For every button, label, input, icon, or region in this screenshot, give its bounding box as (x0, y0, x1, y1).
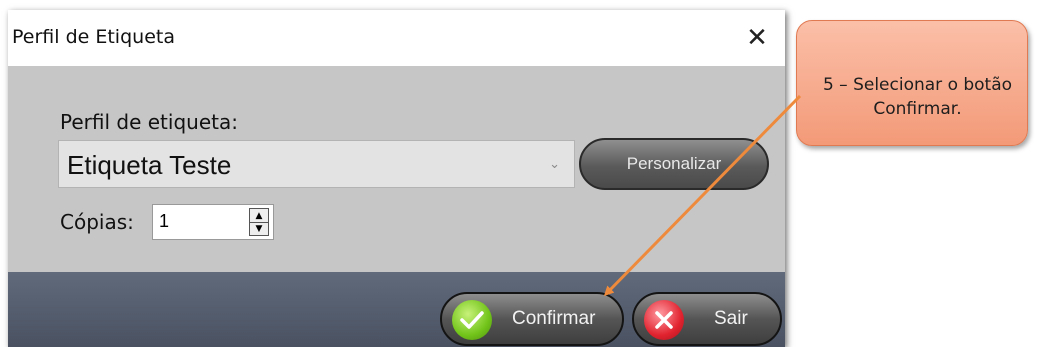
copies-input[interactable]: 1 (159, 211, 169, 232)
copies-stepper[interactable]: 1 ▲ ▼ (152, 204, 274, 240)
profile-label: Perfil de etiqueta: (60, 110, 238, 134)
confirm-label: Confirmar (512, 308, 596, 329)
chevron-down-icon[interactable]: ⌄ (549, 157, 560, 172)
exit-button[interactable]: Sair (632, 292, 782, 346)
copies-label: Cópias: (60, 210, 134, 234)
personalize-button[interactable]: Personalizar (579, 138, 769, 190)
profile-selected-value: Etiqueta Teste (67, 150, 232, 180)
dialog-title: Perfil de Etiqueta (12, 26, 175, 48)
spin-down-icon[interactable]: ▼ (250, 222, 268, 235)
spin-up-icon[interactable]: ▲ (250, 209, 268, 223)
title-bar: Perfil de Etiqueta ✕ (8, 10, 785, 66)
check-icon (452, 300, 492, 340)
exit-label: Sair (714, 308, 748, 329)
confirm-button[interactable]: Confirmar (440, 292, 624, 346)
button-bar: Confirmar Sair (8, 272, 785, 347)
profile-dropdown[interactable]: Etiqueta Teste ⌄ (58, 140, 575, 188)
instruction-callout: 5 – Selecionar o botão Confirmar. (796, 20, 1028, 146)
label-profile-dialog: Perfil de Etiqueta ✕ Perfil de etiqueta:… (8, 10, 785, 347)
callout-text: 5 – Selecionar o botão Confirmar. (822, 75, 1013, 119)
dialog-content: Perfil de etiqueta: Etiqueta Teste ⌄ Per… (8, 66, 785, 272)
close-icon: ✕ (746, 23, 768, 53)
copies-spinner[interactable]: ▲ ▼ (249, 208, 269, 236)
x-icon (644, 300, 684, 340)
close-button[interactable]: ✕ (734, 18, 780, 58)
